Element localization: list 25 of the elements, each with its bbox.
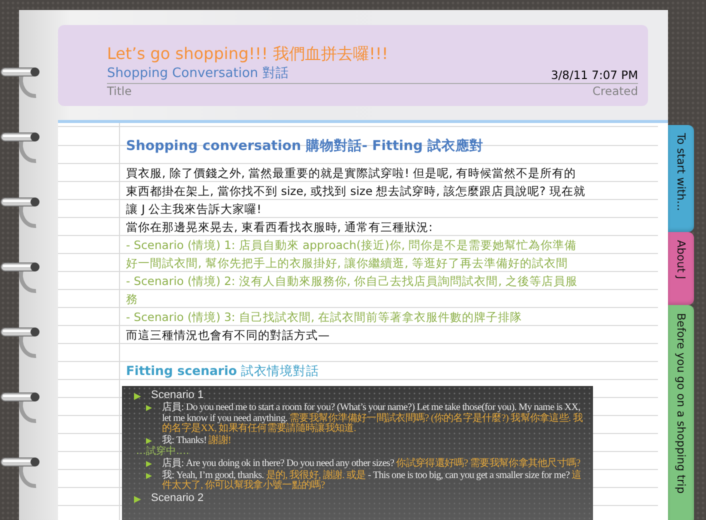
- note-subtitle: Shopping Conversation 對話: [107, 65, 288, 83]
- dialogue-line: 我: Thanks! 謝謝!: [162, 436, 231, 446]
- scenario-paragraph: - Scenario (情境) 2: 沒有人自動來服務你, 你自己去找店員詢問試衣間, 之後等店員服務: [126, 273, 579, 308]
- section-subheading: Fitting scenario 試衣情境對話: [126, 362, 320, 380]
- field-label: Created: [592, 84, 638, 99]
- slide-heading: Scenario 2: [151, 492, 204, 504]
- dialogue-line: 我: Yeah, I’m good, thanks. 是的, 我很好, 謝謝. 或是 - This one is too big, can you get a smaller size for me? 這件太大了, 你可以幫我拿小號一點的嗎?: [162, 470, 582, 492]
- created-date: 3/8/11 7:07 PM: [550, 67, 638, 83]
- section-heading: Shopping conversation 購物對話- Fitting 試衣應對: [126, 137, 485, 156]
- body-paragraph: 當你在那邊晃來晃去, 東看西看找衣服時, 通常有三種狀況:: [126, 219, 434, 236]
- bullet-triangle-icon: [146, 438, 152, 444]
- bullet-triangle-icon: [134, 496, 141, 502]
- slide-note: …試穿中….: [135, 446, 190, 458]
- scenario-paragraph: - Scenario (情境) 3: 自己找試衣間, 在試衣間前等著拿衣服件數的牌子排隊: [126, 309, 524, 326]
- notebook-tab[interactable]: To start with...: [668, 125, 694, 232]
- dialogue-line: 店員: Are you doing ok in there? Do you need any other sizes? 你試穿得還好嗎? 需要我幫你拿其他尺寸嗎?: [162, 459, 580, 470]
- note-title: Let’s go shopping!!! 我們血拼去囉!!!: [107, 43, 390, 65]
- body-paragraph: 買衣服, 除了價錢之外, 當然最重要的就是實際試穿啦! 但是呢, 有時候當然不是所有的東西都掛在架上, 當你找不到 size, 或找到 size 想去試穿時, 該怎麼跟店員說呢? 現在就讓 J 公主我來告訴大家囉!: [126, 165, 586, 218]
- field-label: Title: [107, 84, 132, 99]
- notebook-tab[interactable]: About J: [668, 232, 694, 305]
- slide-heading: Scenario 1: [151, 389, 204, 402]
- scenario-paragraph: - Scenario (情境) 1: 店員自動來 approach(接近)你, 問你是不是需要她幫忙為你準備好一間試衣間, 幫你先把手上的衣服掛好, 讓你繼續逛, 等逛好了再去準備好的試衣間: [126, 237, 578, 272]
- body-paragraph: 而這三種情況也會有不同的對話方式—: [126, 327, 330, 344]
- dialogue-line: 店員: Do you need me to start a room for you? (What’s your name?) Let me take those(for you). My name is XX, let me know if you need anything. 需要我幫你準備好一間試衣間嗎? (你的名字是什麼?) 我幫你拿這些. 我的名字是XX, 如果有任何需要請隨時讓我知道.: [162, 403, 584, 434]
- notebook-tab[interactable]: Before you go on a shopping trip: [668, 305, 694, 520]
